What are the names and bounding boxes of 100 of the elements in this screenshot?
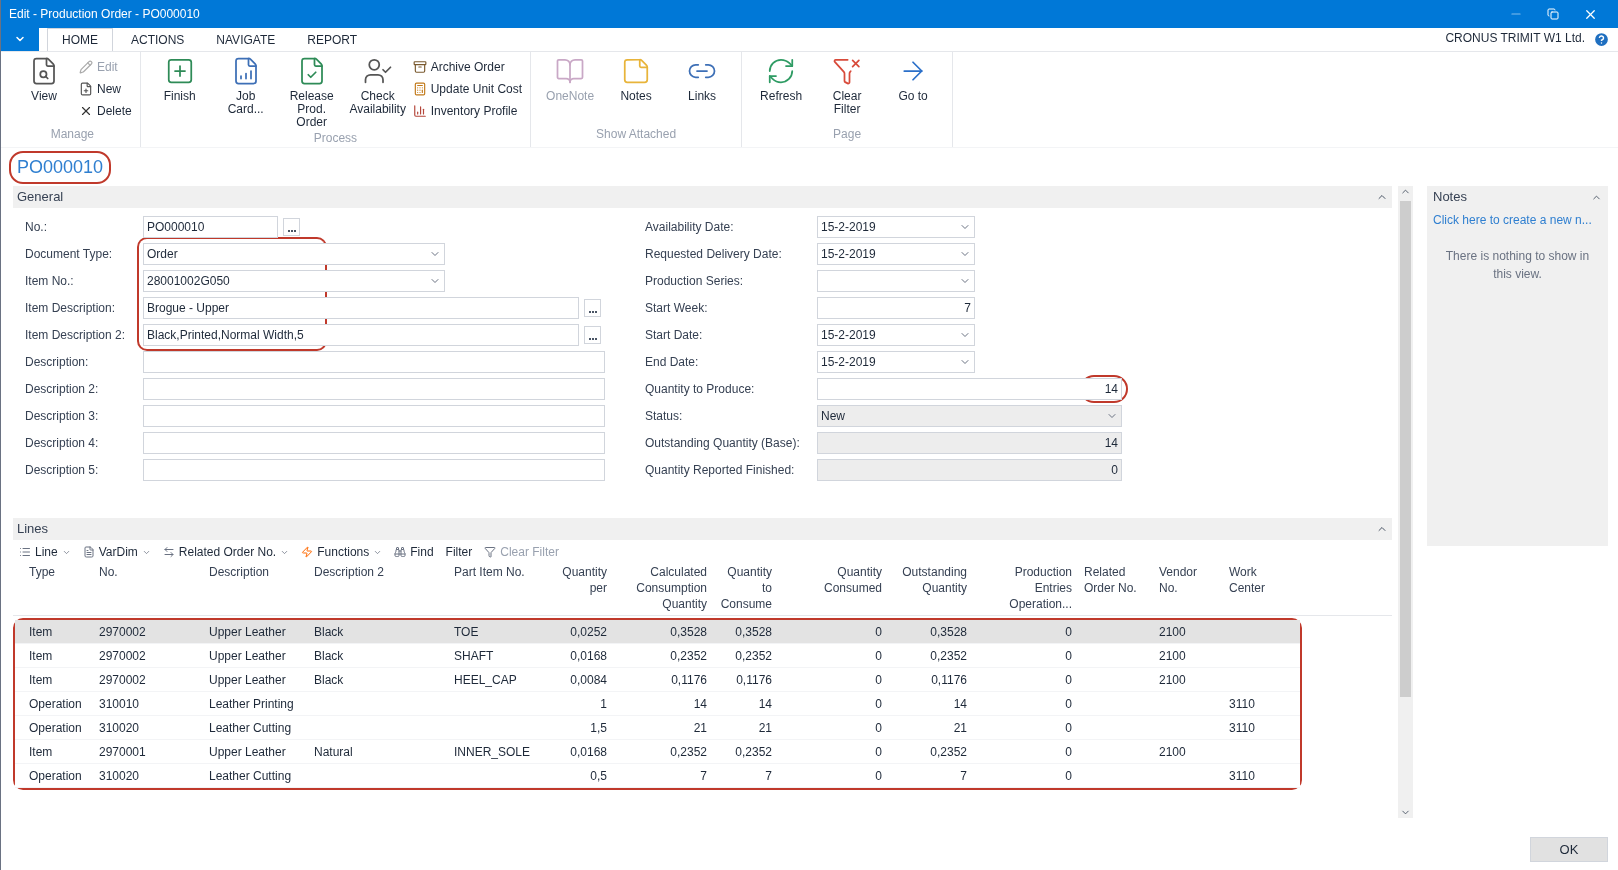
dropdown-field[interactable] [817, 269, 975, 292]
lookup-button[interactable] [584, 298, 601, 317]
ribbon-tab[interactable]: REPORT [293, 28, 372, 51]
toolbar-button[interactable]: Related Order No. [162, 543, 290, 561]
arrows-icon [162, 546, 175, 558]
field-label: Item Description 2: [25, 326, 127, 344]
input-field[interactable]: PO000010 [143, 215, 278, 238]
table-cell-text: 0,3528 [734, 623, 773, 641]
toolbar-button[interactable]: Line [19, 543, 71, 561]
toolbar-button[interactable]: Find [394, 543, 434, 561]
field-label: Requested Delivery Date: [645, 245, 783, 263]
ribbon-group-label: Manage [49, 126, 96, 143]
input-field[interactable]: 14 [817, 431, 1122, 454]
input-field[interactable] [143, 404, 605, 427]
create-note-link[interactable]: Click here to create a new n... [1433, 211, 1602, 229]
ribbon-button[interactable]: View [13, 56, 75, 103]
field-label: Item Description: [25, 299, 117, 317]
table-cell-text: Leather Cutting [208, 719, 293, 737]
input-field[interactable] [143, 458, 605, 481]
dropdown-field[interactable]: 15-2-2019 [817, 215, 975, 238]
table-cell-text: 0,2352 [929, 647, 968, 665]
ribbon-tab[interactable]: HOME [47, 28, 113, 51]
restore-icon[interactable] [1547, 8, 1559, 20]
ribbon-button[interactable]: Notes [605, 56, 668, 103]
ribbon-button[interactable]: Finish [148, 56, 211, 103]
ribbon-button[interactable]: Check Availability [346, 56, 409, 116]
ribbon-button[interactable]: Links [671, 56, 734, 103]
field-label: Description 3: [25, 407, 100, 425]
lookup-button[interactable] [584, 325, 601, 344]
field-label: Item No.: [25, 272, 75, 290]
table-cell-text: 0 [874, 767, 883, 785]
ribbon-button[interactable]: Delete [79, 100, 132, 122]
input-field[interactable] [143, 350, 605, 373]
input-field[interactable]: 7 [817, 296, 975, 319]
ribbon-tab[interactable]: ACTIONS [117, 28, 199, 51]
table-cell-text: Operation [28, 767, 83, 785]
ribbon-tab[interactable]: NAVIGATE [202, 28, 290, 51]
input-field[interactable] [143, 431, 605, 454]
toolbar-button[interactable]: Functions [301, 543, 383, 561]
table-cell-text: 0,0168 [569, 743, 608, 761]
table-cell-text: 2100 [1158, 671, 1187, 689]
table-cell-text: 0,1176 [670, 671, 708, 689]
table-cell-text: 0,2352 [669, 647, 708, 665]
scroll-thumb[interactable] [1400, 201, 1411, 697]
input-field[interactable]: Brogue - Upper [143, 296, 579, 319]
ribbon-group-label: Show Attached [595, 126, 678, 143]
help-icon[interactable] [1593, 31, 1610, 48]
lightning-icon [301, 546, 314, 558]
chart-icon [412, 104, 427, 118]
ribbon-button[interactable]: Release Prod. Order [280, 56, 343, 129]
table-cell-text: Upper Leather [208, 623, 287, 641]
dropdown-field[interactable]: 15-2-2019 [817, 242, 975, 265]
toolbar-button[interactable]: VarDim [82, 543, 151, 561]
table-row[interactable]: Item 2970002 Upper Leather Black TOE 0,0252 0,3528 0,3528 0 0,3528 0 2100 [15, 620, 1300, 644]
table-cell-text: 0,1176 [930, 671, 968, 689]
toolbar-button[interactable]: Filter [445, 543, 473, 561]
field-label: Description: [25, 353, 90, 371]
ribbon-button[interactable]: Update Unit Cost [412, 78, 523, 100]
table-cell-text: 0,1176 [735, 671, 773, 689]
table-cell-text: Black [313, 671, 345, 689]
archive-icon [412, 60, 427, 74]
table-cell-text: 0 [874, 719, 883, 737]
ribbon-button[interactable]: Inventory Profile [412, 100, 523, 122]
table-cell-text: 2970001 [98, 743, 147, 761]
field-label: Production Series: [645, 272, 745, 290]
input-field[interactable]: 0 [817, 458, 1122, 481]
ribbon-button[interactable]: Go to [882, 56, 945, 103]
ok-button[interactable]: OK [1530, 837, 1608, 862]
scrollbar[interactable] [1398, 186, 1413, 818]
field-label: Start Week: [645, 299, 709, 317]
new-document-icon [79, 82, 93, 96]
ribbon-button[interactable]: Clear Filter [816, 56, 879, 116]
table-cell-text: Black [313, 623, 345, 641]
ribbon-button[interactable]: New [79, 78, 132, 100]
lookup-button[interactable] [283, 217, 300, 236]
table-cell-text: 2970002 [98, 671, 147, 689]
input-field[interactable] [143, 377, 605, 400]
table-cell-text: 2100 [1158, 743, 1187, 761]
table-cell-text: 0,0084 [569, 671, 608, 689]
ribbon-button[interactable]: Archive Order [412, 56, 523, 78]
calculator-icon [412, 82, 427, 96]
dropdown-field[interactable]: Order [143, 242, 445, 265]
column-header: No. [98, 564, 119, 581]
app-menu-button[interactable] [1, 27, 39, 51]
table-cell-text: 0 [874, 695, 883, 713]
field-label: Description 2: [25, 380, 100, 398]
input-field[interactable]: Black,Printed,Normal Width,5 [143, 323, 579, 346]
table-cell-text: Upper Leather [208, 743, 287, 761]
dropdown-field[interactable]: 28001002G050 [143, 269, 445, 292]
dropdown-field[interactable]: 15-2-2019 [817, 350, 975, 373]
table-cell-text: 0 [874, 671, 883, 689]
ribbon-button[interactable]: Job Card... [214, 56, 277, 116]
table-cell-text: Natural [313, 743, 354, 761]
clear-filter-icon [832, 56, 863, 86]
dropdown-field[interactable]: New [817, 404, 1122, 427]
table-cell-text: 1,5 [589, 719, 608, 737]
table-cell-text: 14 [952, 695, 968, 713]
ribbon-button[interactable]: Refresh [750, 56, 813, 103]
input-field[interactable]: 14 [817, 377, 1122, 400]
dropdown-field[interactable]: 15-2-2019 [817, 323, 975, 346]
